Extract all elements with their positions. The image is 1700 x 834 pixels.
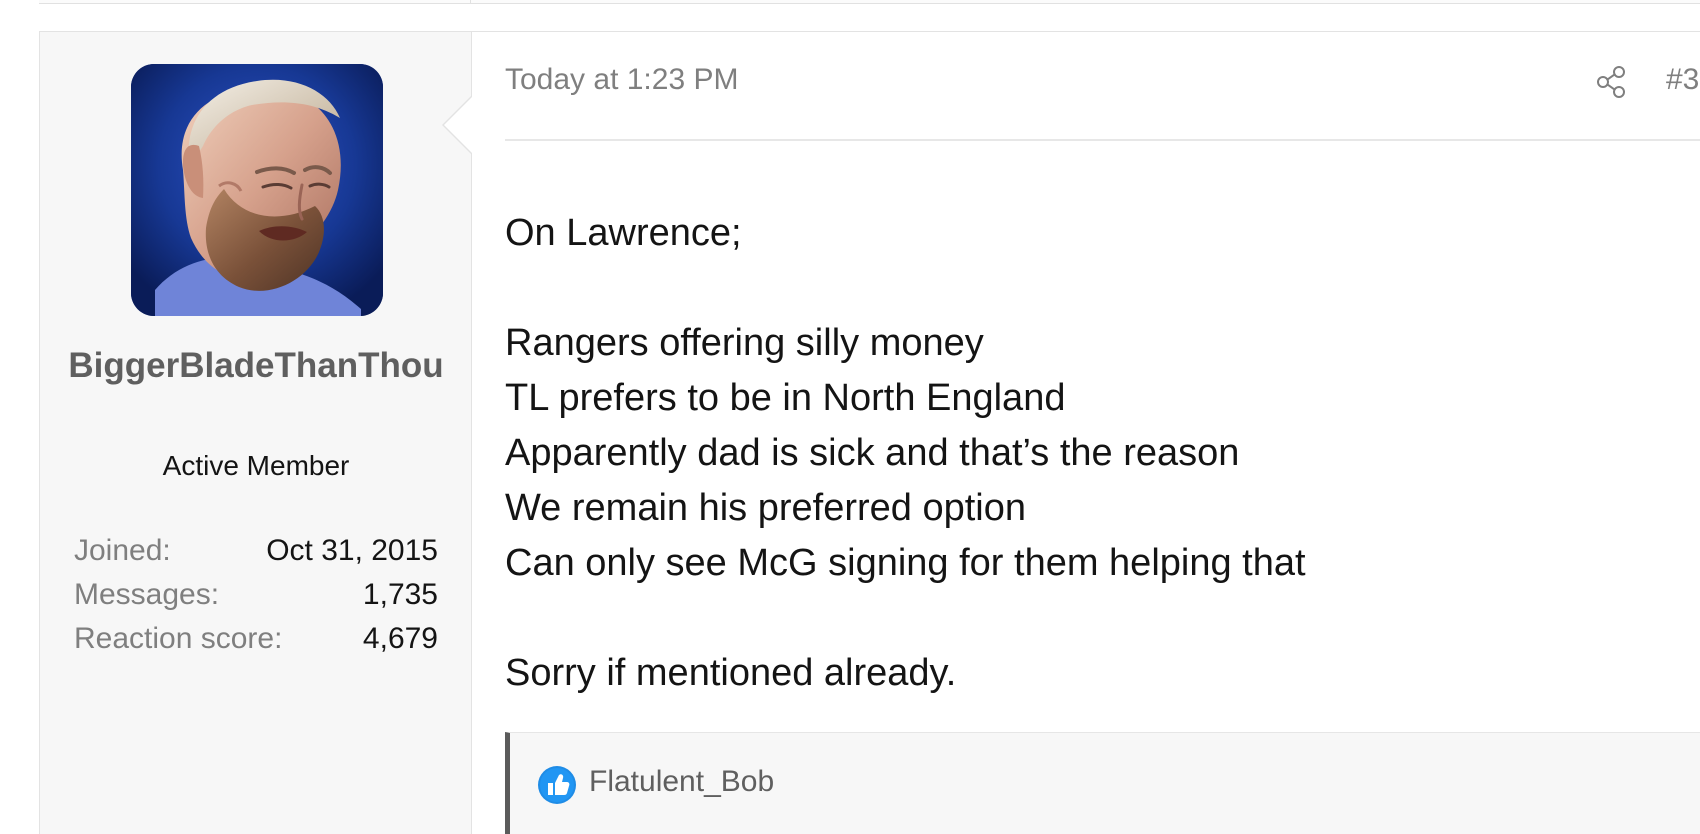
- stat-row-reaction-score: Reaction score: 4,679: [74, 617, 438, 661]
- stat-label: Joined:: [74, 534, 171, 567]
- avatar[interactable]: [131, 64, 383, 316]
- reactions-bar: Flatulent_Bob: [505, 732, 1700, 834]
- post-header: Today at 1:23 PM #355: [505, 32, 1700, 141]
- post-timestamp[interactable]: Today at 1:23 PM: [505, 60, 738, 100]
- post-content: Today at 1:23 PM #355 On Lawrence; Range…: [505, 32, 1700, 834]
- crying-man-avatar: [131, 64, 383, 316]
- message-line: Can only see McG signing for them helpin…: [505, 542, 1306, 584]
- post-number-link[interactable]: #355: [1666, 60, 1700, 100]
- stat-row-joined: Joined: Oct 31, 2015: [74, 529, 438, 573]
- stat-row-messages: Messages: 1,735: [74, 573, 438, 617]
- message-line: On Lawrence;: [505, 212, 742, 254]
- share-icon[interactable]: [1596, 65, 1626, 99]
- stat-value: Oct 31, 2015: [266, 534, 438, 567]
- like-icon: [537, 765, 577, 805]
- message-line: Rangers offering silly money: [505, 322, 984, 364]
- forum-page: BiggerBladeThanThou Active Member Joined…: [0, 0, 1700, 834]
- author-stats: Joined: Oct 31, 2015 Messages: 1,735 Rea…: [74, 529, 438, 661]
- post-author-panel: BiggerBladeThanThou Active Member Joined…: [40, 32, 472, 834]
- previous-post-divider: [470, 0, 471, 3]
- message-line: We remain his preferred option: [505, 487, 1026, 529]
- message-line: Sorry if mentioned already.: [505, 652, 957, 694]
- forum-post: BiggerBladeThanThou Active Member Joined…: [39, 31, 1700, 834]
- stat-value: 4,679: [362, 622, 438, 655]
- post-message-body: On Lawrence; Rangers offering silly mone…: [505, 206, 1700, 701]
- message-line: Apparently dad is sick and that’s the re…: [505, 432, 1240, 474]
- stat-label: Messages:: [74, 578, 220, 611]
- stat-label: Reaction score:: [74, 622, 283, 655]
- reaction-user-link[interactable]: Flatulent_Bob: [589, 762, 774, 802]
- author-username[interactable]: BiggerBladeThanThou: [64, 339, 448, 393]
- message-line: TL prefers to be in North England: [505, 377, 1066, 419]
- author-user-title: Active Member: [162, 450, 350, 481]
- previous-post-edge: [39, 0, 1700, 4]
- stat-value: 1,735: [362, 578, 438, 611]
